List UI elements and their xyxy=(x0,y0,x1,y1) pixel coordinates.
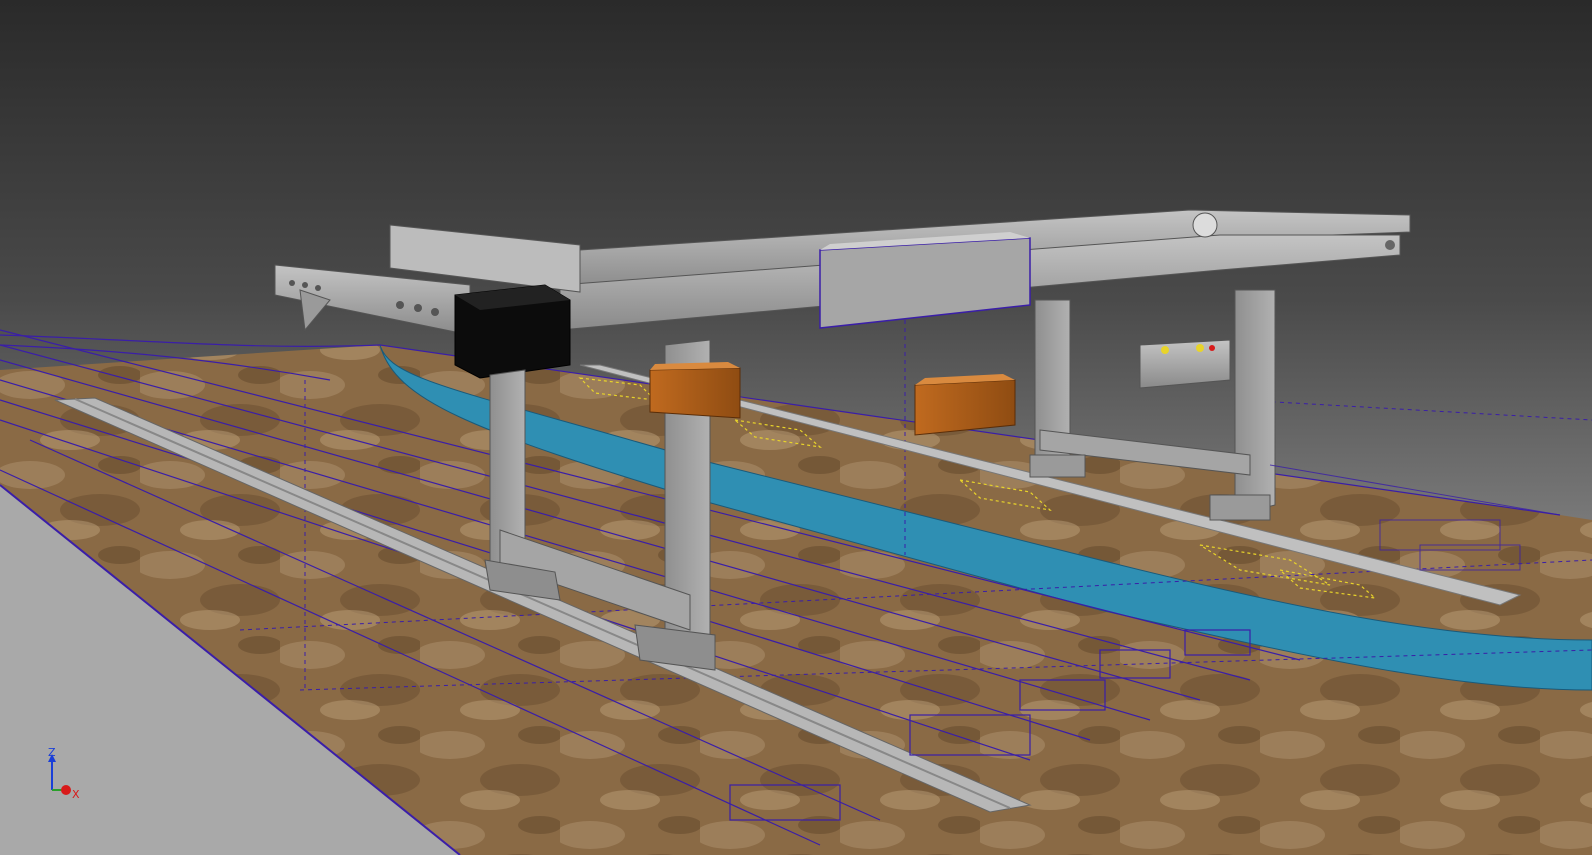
3d-scene[interactable] xyxy=(0,0,1592,855)
container-2 xyxy=(914,374,1016,436)
z-axis-label: Z xyxy=(48,748,56,759)
container-1 xyxy=(649,362,741,419)
x-axis-label: X xyxy=(72,788,80,801)
trolley-cab xyxy=(454,284,571,379)
3d-viewport[interactable]: Z X xyxy=(0,0,1592,855)
x-axis-marker xyxy=(61,785,71,795)
spreader xyxy=(1139,339,1231,389)
axis-triad: Z X xyxy=(48,748,80,801)
